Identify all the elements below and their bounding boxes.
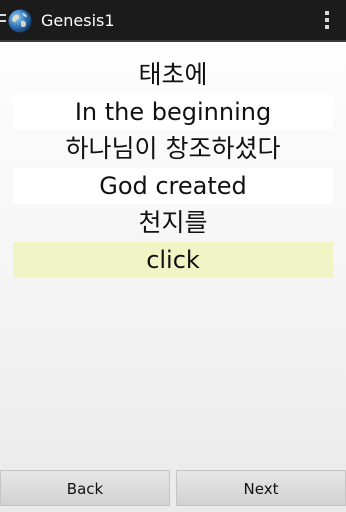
korean-phrase-1: 태초에: [138, 60, 208, 89]
reveal-click-box[interactable]: click: [13, 242, 333, 278]
overflow-menu-icon[interactable]: [322, 11, 332, 31]
verse-content: 태초에 In the beginning 하나님이 창조하셨다 God crea…: [0, 56, 346, 278]
app-title: Genesis1: [41, 11, 115, 30]
action-bar: Genesis1: [0, 0, 346, 42]
korean-phrase-3: 천지를: [138, 208, 208, 237]
next-button[interactable]: Next: [176, 470, 346, 506]
back-button[interactable]: Back: [0, 470, 170, 506]
globe-icon[interactable]: [8, 9, 32, 33]
english-phrase-1: In the beginning: [13, 94, 333, 130]
korean-phrase-2: 하나님이 창조하셨다: [65, 134, 281, 163]
up-caret-icon[interactable]: [0, 14, 6, 28]
english-phrase-2: God created: [13, 168, 333, 204]
